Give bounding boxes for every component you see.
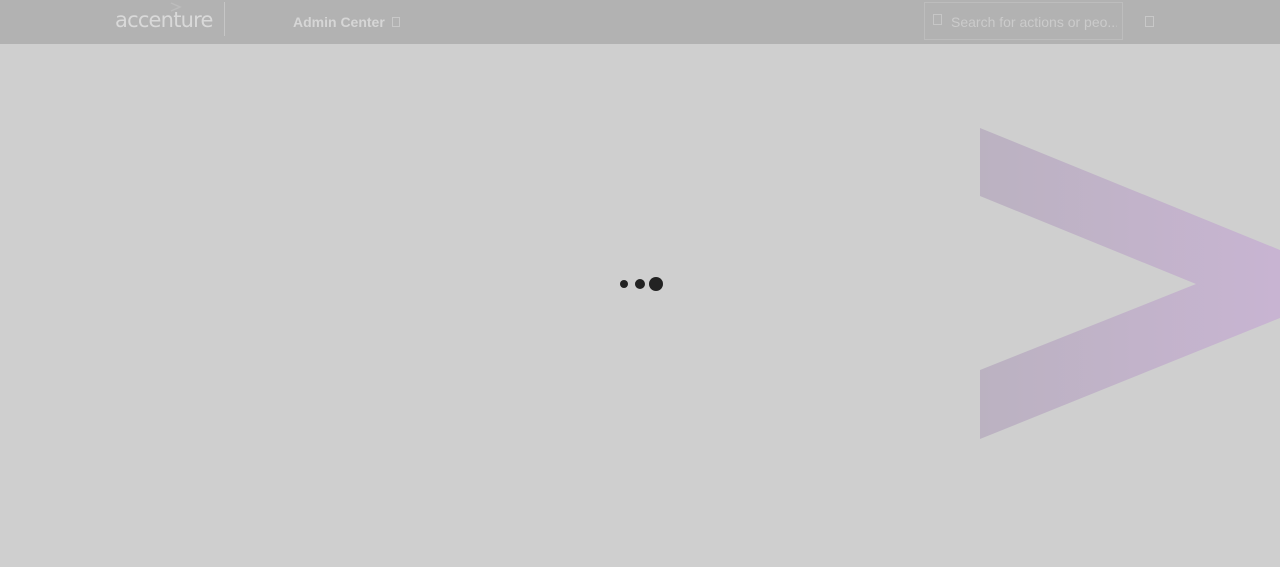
notification-icon[interactable]: [1145, 16, 1154, 27]
global-search[interactable]: [924, 2, 1123, 40]
admin-center-page: accenture Admin Center: [0, 0, 1280, 567]
loading-dot: [635, 279, 645, 289]
logo-arrow-icon: [170, 2, 182, 12]
module-switcher-button[interactable]: Admin Center: [293, 13, 400, 31]
company-logo[interactable]: accenture: [115, 2, 215, 36]
loading-dots-icon: [618, 276, 668, 292]
module-label: Admin Center: [293, 14, 385, 30]
logo-wordmark: accenture: [115, 8, 213, 32]
loading-dot: [649, 277, 663, 291]
logo-divider: [224, 2, 225, 36]
top-header-bar: accenture Admin Center: [0, 0, 1280, 44]
loading-dot: [620, 280, 628, 288]
decorative-chevron-graphic: [980, 128, 1280, 439]
search-input[interactable]: [951, 12, 1117, 32]
chevron-down-icon: [391, 17, 400, 27]
search-icon: [933, 14, 942, 25]
